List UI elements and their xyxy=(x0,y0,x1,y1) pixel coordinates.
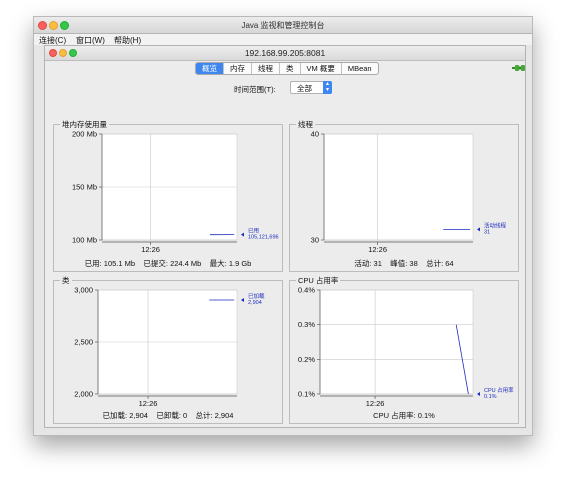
time-range-value: 全部 xyxy=(297,84,312,93)
connection-title: 192.168.99.205:8081 xyxy=(244,48,326,58)
y-tick-label: 2,500 xyxy=(74,338,93,347)
connection-titlebar: 192.168.99.205:8081 xyxy=(45,46,525,61)
heap-panel: 堆内存使用量 200 Mb 150 Mb 100 Mb 12:26 已用 105,121,… xyxy=(53,119,283,272)
legend-value: 0.1% xyxy=(484,394,497,400)
y-tick-label: 0.1% xyxy=(298,390,315,399)
chevron-updown-icon: ▴ ▾ xyxy=(323,81,332,94)
menu-bar: 连接(C) 窗口(W) 帮助(H) xyxy=(34,34,532,45)
window-title: Java 监视和管理控制台 xyxy=(241,21,325,30)
cpu-summary: CPU 占用率: 0.1% xyxy=(373,411,435,420)
y-tick-label: 100 Mb xyxy=(72,236,97,245)
legend-label: 已加载 xyxy=(248,292,265,300)
main-window: Java 监视和管理控制台 连接(C) 窗口(W) 帮助(H) 192.168.… xyxy=(33,16,533,436)
window-titlebar: Java 监视和管理控制台 xyxy=(34,17,532,34)
classes-summary: 已加载: 2,904 已卸载: 0 总计: 2,904 xyxy=(102,411,234,420)
tab-threads[interactable]: 线程 xyxy=(252,63,280,74)
y-tick-label: 3,000 xyxy=(74,286,93,295)
time-range-select[interactable]: 全部 ▴ ▾ xyxy=(290,81,332,94)
x-tick-label: 12:26 xyxy=(368,245,387,254)
y-tick-label: 30 xyxy=(311,236,319,245)
legend-label: 已用 xyxy=(248,228,259,235)
legend-marker-icon xyxy=(477,392,480,396)
y-tick-label: 0.2% xyxy=(298,355,315,364)
threads-panel: 线程 40 30 12:26 活动线程 31 活动: 31 峰值: 38 总计: 64 xyxy=(289,119,519,272)
x-tick-label: 12:26 xyxy=(141,245,160,254)
legend-label: CPU 占用率 xyxy=(484,386,514,394)
x-tick-label: 12:26 xyxy=(139,399,158,408)
tab-overview[interactable]: 概览 xyxy=(196,63,224,74)
legend-marker-icon xyxy=(241,232,244,237)
cpu-panel: CPU 占用率 0.4% 0.3% 0.2% 0.1% 12:26 CPU 占用率 0.1%… xyxy=(289,275,519,424)
y-tick-label: 200 Mb xyxy=(72,130,97,139)
heap-chart: 200 Mb 150 Mb 100 Mb 12:26 已用105,121,696 xyxy=(72,130,279,255)
time-range-label: 时间范围(T): xyxy=(234,85,276,94)
heap-summary: 已用: 105.1 Mb 已提交: 224.4 Mb 最大: 1.9 Gb xyxy=(84,259,252,268)
threads-chart: 40 30 12:26 活动线程31 xyxy=(311,130,507,255)
tab-memory[interactable]: 内存 xyxy=(224,63,252,74)
legend-label: 活动线程 xyxy=(484,221,507,229)
y-tick-label: 0.3% xyxy=(298,320,315,329)
legend-value: 2,904 xyxy=(248,300,262,306)
tab-classes[interactable]: 类 xyxy=(280,63,301,74)
x-tick-label: 12:26 xyxy=(366,399,385,408)
y-tick-label: 2,000 xyxy=(74,390,93,399)
connected-plug-icon xyxy=(512,65,525,71)
tab-vm-summary[interactable]: VM 概要 xyxy=(301,63,342,74)
y-tick-label: 40 xyxy=(311,130,319,139)
legend-marker-icon xyxy=(241,297,244,302)
threads-summary: 活动: 31 峰值: 38 总计: 64 xyxy=(354,259,454,268)
legend-value: 31 xyxy=(484,229,490,235)
classes-panel: 类 3,000 2,500 2,000 12:26 已加载 2,904 已加载: 2,90… xyxy=(53,275,283,424)
y-tick-label: 0.4% xyxy=(298,286,315,295)
classes-chart: 3,000 2,500 2,000 12:26 已加载2,904 xyxy=(74,286,265,409)
y-tick-label: 150 Mb xyxy=(72,183,97,192)
cpu-chart: 0.4%0.3%0.2%0.1%12:26CPU 占用率0.1% xyxy=(298,286,514,409)
plot-area xyxy=(323,133,474,241)
legend-value: 105,121,696 xyxy=(248,235,279,241)
tab-mbean[interactable]: MBean xyxy=(342,63,378,74)
plot-area xyxy=(319,289,474,395)
connection-window: 192.168.99.205:8081 概览 内存 线程 类 VM 概要 MBe… xyxy=(44,45,526,428)
tab-bar: 概览 内存 线程 类 VM 概要 MBean xyxy=(195,62,379,75)
legend-marker-icon xyxy=(477,227,480,232)
